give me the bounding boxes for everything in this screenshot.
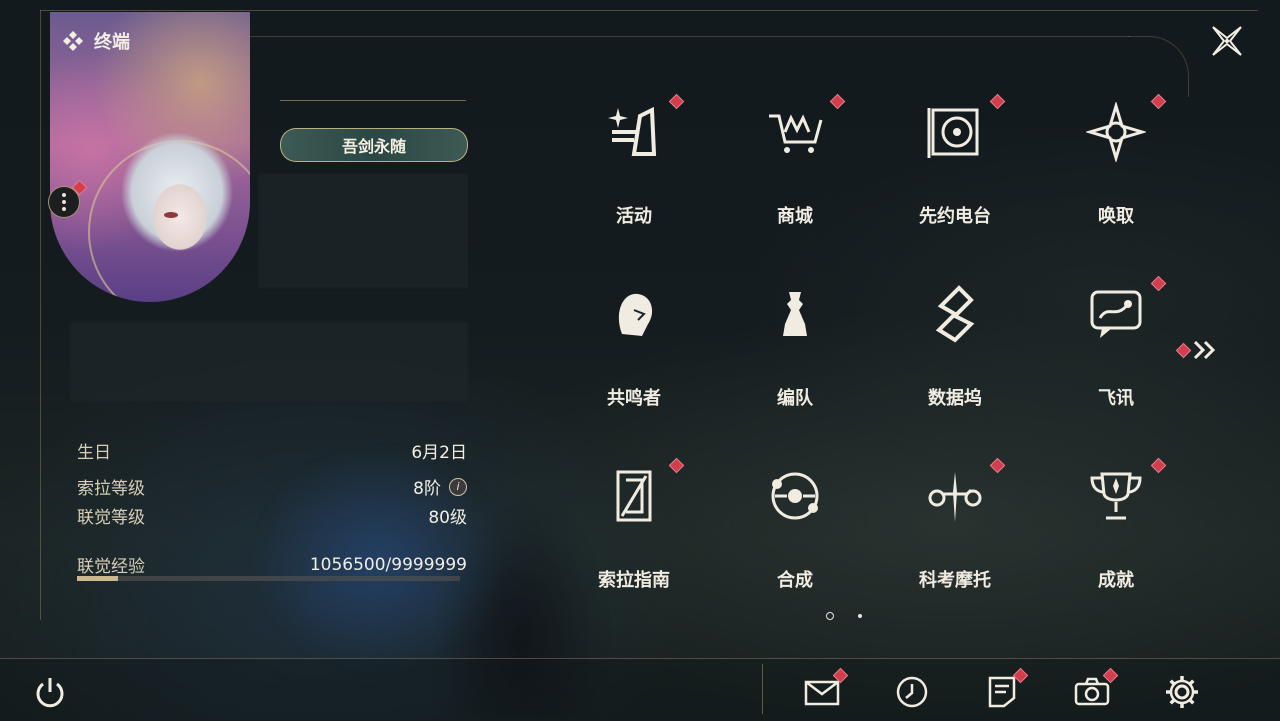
tile-messages[interactable]: 飞讯 bbox=[1046, 274, 1186, 424]
shop-cart-icon bbox=[769, 114, 823, 153]
camera-button[interactable] bbox=[1072, 667, 1119, 712]
terminal-header: 终端 bbox=[62, 28, 130, 54]
power-button[interactable] bbox=[30, 672, 70, 712]
tile-label: 飞讯 bbox=[1098, 388, 1134, 409]
tile-synthesis[interactable]: 合成 bbox=[725, 456, 865, 606]
info-row-birthday: 生日 6月2日 bbox=[77, 443, 467, 463]
close-icon bbox=[1212, 26, 1242, 56]
close-button[interactable] bbox=[1204, 18, 1250, 64]
sparkle-icon bbox=[608, 106, 657, 156]
tile-motorcycle[interactable]: 科考摩托 bbox=[885, 456, 1025, 606]
badge-dot bbox=[1150, 275, 1167, 292]
tile-summon[interactable]: 唤取 bbox=[1046, 92, 1186, 242]
message-icon bbox=[1090, 290, 1142, 338]
title-divider bbox=[280, 100, 466, 101]
tile-label: 先约电台 bbox=[919, 206, 991, 227]
mail-icon bbox=[804, 680, 840, 706]
trophy-icon bbox=[1090, 472, 1142, 520]
diamond-cluster-icon bbox=[63, 31, 83, 51]
title-badge-label: 吾剑永随 bbox=[341, 137, 406, 156]
chess-formation-icon bbox=[783, 292, 807, 336]
tile-formation[interactable]: 编队 bbox=[725, 274, 865, 424]
tile-shop[interactable]: 商城 bbox=[725, 92, 865, 242]
info-row-union-level: 联觉等级 80级 bbox=[77, 508, 467, 528]
badge-dot bbox=[668, 457, 685, 474]
camera-icon bbox=[1074, 677, 1110, 706]
badge-dot bbox=[829, 93, 846, 110]
page-dot[interactable] bbox=[858, 614, 862, 618]
tile-achievements[interactable]: 成就 bbox=[1046, 456, 1186, 606]
data-dock-icon bbox=[935, 285, 975, 343]
page-title: 终端 bbox=[94, 32, 130, 53]
frame-line-left bbox=[40, 10, 41, 620]
notes-icon bbox=[988, 676, 1016, 708]
page-dot-active[interactable] bbox=[826, 612, 834, 620]
compass-star-icon bbox=[1086, 102, 1146, 162]
avatar-eye bbox=[164, 212, 178, 218]
tile-label: 唤取 bbox=[1098, 206, 1134, 227]
tile-label: 编队 bbox=[777, 388, 813, 409]
settings-button[interactable] bbox=[1162, 672, 1202, 712]
avatar-card[interactable] bbox=[50, 12, 250, 302]
badge-dot bbox=[668, 93, 685, 110]
tile-label: 成就 bbox=[1098, 570, 1134, 591]
notes-button[interactable] bbox=[982, 667, 1029, 712]
tile-activity[interactable]: 活动 bbox=[564, 92, 704, 242]
badge-dot bbox=[1150, 457, 1167, 474]
tile-label: 索拉指南 bbox=[598, 570, 670, 591]
tile-label: 共鸣者 bbox=[607, 388, 661, 409]
avatar bbox=[102, 122, 250, 282]
motorcycle-icon bbox=[928, 472, 982, 522]
bottom-bar-separator bbox=[762, 664, 763, 714]
blurred-name-area bbox=[258, 174, 468, 288]
frame-line-inner bbox=[250, 36, 1130, 37]
exp-progress-fill bbox=[77, 576, 118, 581]
badge-dot bbox=[1150, 93, 1167, 110]
clock-icon bbox=[896, 676, 928, 708]
gear-icon bbox=[1166, 676, 1198, 708]
tile-label: 数据坞 bbox=[928, 388, 982, 409]
title-badge[interactable]: 吾剑永随 bbox=[280, 128, 468, 162]
tile-label: 合成 bbox=[777, 570, 813, 591]
tile-label: 商城 bbox=[777, 206, 813, 227]
clock-button[interactable] bbox=[892, 672, 932, 712]
exp-progress-bar bbox=[77, 576, 460, 581]
tile-sola-guide[interactable]: 索拉指南 bbox=[564, 456, 704, 606]
badge-dot bbox=[989, 457, 1006, 474]
tile-data-dock[interactable]: 数据坞 bbox=[885, 274, 1025, 424]
character-icon bbox=[618, 293, 653, 336]
tile-radio[interactable]: 先约电台 bbox=[885, 92, 1025, 242]
mail-button[interactable] bbox=[802, 667, 849, 712]
info-row-sola-level: 索拉等级 8阶 i bbox=[77, 474, 467, 499]
page-indicator bbox=[826, 612, 862, 620]
info-row-union-exp: 联觉经验 1056500/9999999 bbox=[77, 554, 467, 578]
frame-line-top bbox=[40, 10, 1258, 11]
next-page-button[interactable] bbox=[1175, 338, 1221, 362]
guide-book-icon bbox=[616, 470, 652, 522]
power-icon bbox=[36, 678, 64, 708]
badge-dot bbox=[1175, 342, 1192, 358]
tile-resonators[interactable]: 共鸣者 bbox=[564, 274, 704, 424]
radio-icon bbox=[927, 108, 979, 158]
tile-label: 科考摩托 bbox=[919, 570, 991, 591]
sola-level-value: 8阶 bbox=[413, 479, 441, 499]
info-icon[interactable]: i bbox=[449, 477, 467, 496]
synthesis-icon bbox=[771, 472, 819, 520]
double-chevron-right-icon bbox=[1193, 340, 1216, 360]
badge-dot bbox=[989, 93, 1006, 110]
blurred-signature-area bbox=[70, 322, 468, 402]
tile-label: 活动 bbox=[616, 206, 652, 227]
